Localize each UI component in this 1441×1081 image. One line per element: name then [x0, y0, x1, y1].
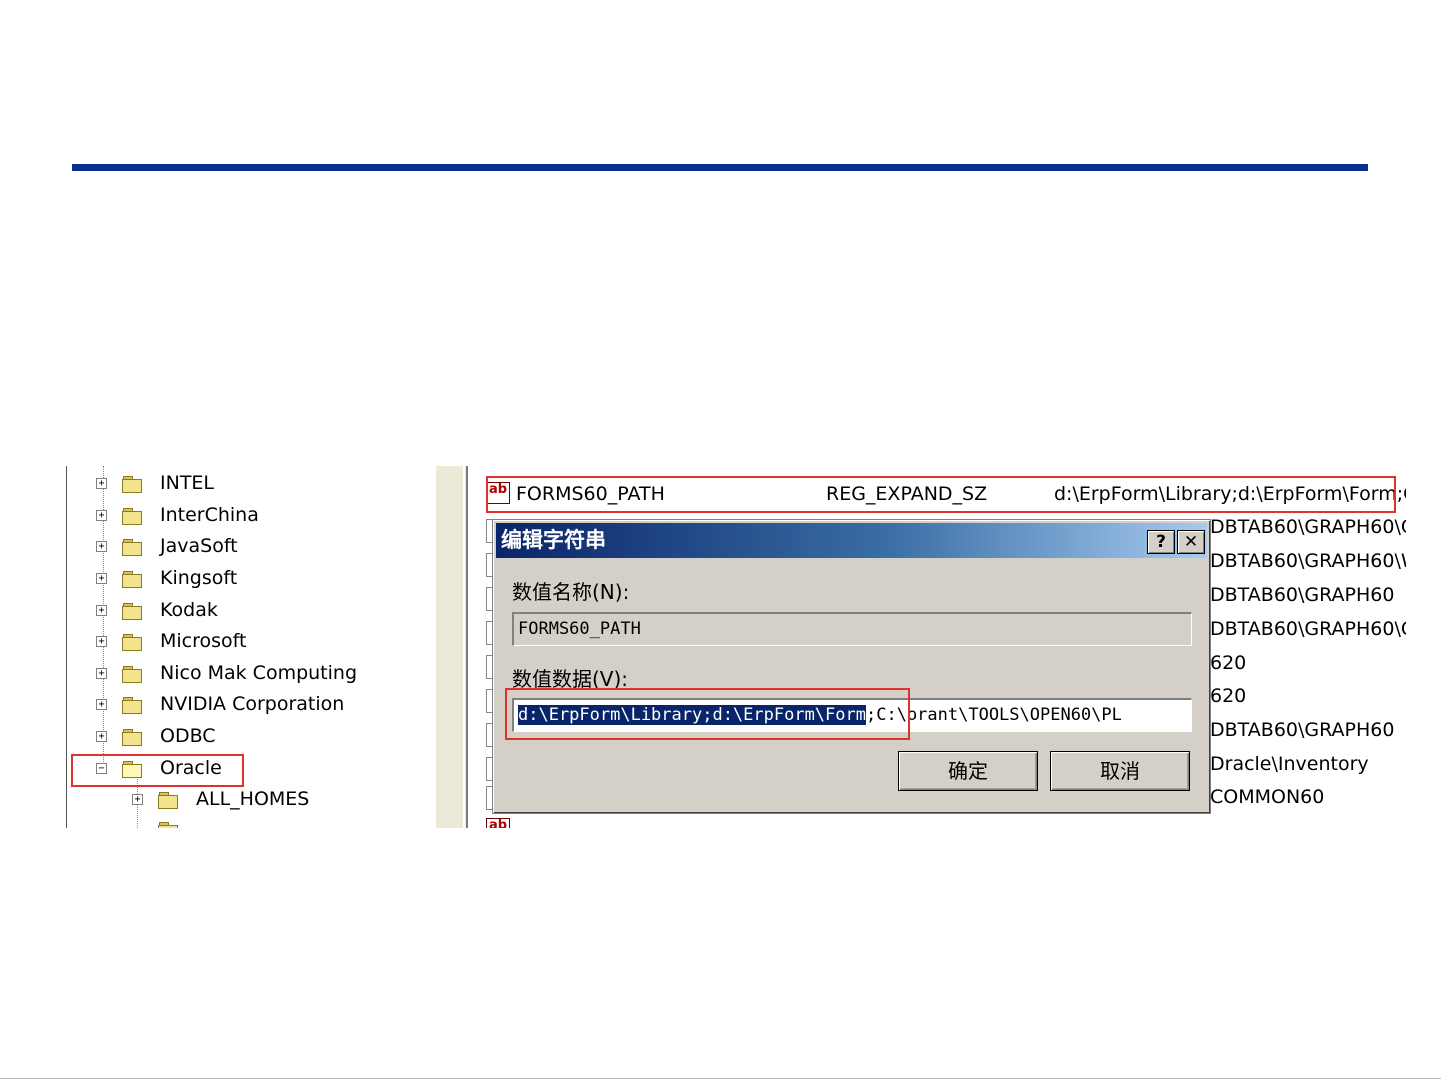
value-name-field[interactable]: FORMS60_PATH [512, 612, 1192, 646]
folder-icon [122, 634, 142, 651]
tree-item-label: JavaSoft [160, 535, 238, 557]
expand-icon[interactable]: + [96, 668, 107, 679]
value-data-partial: DBTAB60\GRAPH60\G [1210, 516, 1406, 538]
expand-icon[interactable]: + [96, 573, 107, 584]
edit-string-dialog[interactable]: 编辑字符串 ? ✕ 数值名称(N): FORMS60_PATH 数值数据(V):… [492, 519, 1211, 814]
expand-icon[interactable]: + [96, 510, 107, 521]
value-data-partial: 620 [1210, 652, 1247, 674]
bottom-rule [0, 1078, 1441, 1079]
folder-icon [122, 508, 142, 525]
expand-icon[interactable]: + [132, 794, 143, 805]
folder-icon [122, 697, 142, 714]
tree-item-label: Microsoft [160, 630, 247, 652]
expand-icon[interactable]: + [96, 541, 107, 552]
value-data-partial: 620 [1210, 685, 1247, 707]
tree-item-label: ALL_HOMES [196, 788, 310, 810]
tree-item-label: INTEL [160, 472, 215, 494]
tree-border [66, 466, 67, 828]
expand-icon[interactable]: + [96, 636, 107, 647]
value-data-partial: DBTAB60\GRAPH60 [1210, 584, 1395, 606]
tree-item-label: Kodak [160, 599, 218, 621]
help-button[interactable]: ? [1147, 530, 1175, 554]
folder-icon [122, 476, 142, 493]
value-name-label: 数值名称(N): [512, 580, 630, 604]
value-data-partial: DBTAB60\GRAPH60 [1210, 719, 1395, 741]
tree-item-label: Kingsoft [160, 567, 238, 589]
list-frame [436, 466, 468, 828]
value-data-partial: COMMON60 [1210, 786, 1325, 808]
value-data-partial: DBTAB60\GRAPH60\W [1210, 550, 1406, 572]
ok-button[interactable]: 确定 [898, 751, 1038, 791]
tree-item-label: NVIDIA Corporation [160, 693, 345, 715]
folder-icon [122, 603, 142, 620]
header-rule [72, 164, 1368, 171]
expand-icon[interactable]: + [96, 478, 107, 489]
folder-icon [122, 666, 142, 683]
expand-icon[interactable]: + [96, 731, 107, 742]
tree-item-label: InterChina [160, 504, 259, 526]
dialog-title: 编辑字符串 [501, 528, 606, 552]
value-data-partial: Dracle\Inventory [1210, 753, 1369, 775]
close-button[interactable]: ✕ [1177, 530, 1205, 554]
tree-item-label: ODBC [160, 725, 216, 747]
value-data-partial: DBTAB60\GRAPH60\G [1210, 618, 1406, 640]
cancel-button[interactable]: 取消 [1050, 751, 1190, 791]
highlight-box-data-field [505, 688, 910, 740]
tree-item-label: Nico Mak Computing [160, 662, 358, 684]
dialog-titlebar[interactable]: 编辑字符串 ? ✕ [496, 523, 1207, 558]
folder-icon [122, 729, 142, 746]
highlight-box-forms60-row [486, 476, 1396, 513]
expand-icon[interactable]: + [96, 699, 107, 710]
folder-icon [158, 792, 178, 809]
string-value-icon: ab [486, 818, 510, 828]
folder-icon [122, 539, 142, 556]
folder-icon [158, 822, 178, 828]
folder-icon [122, 571, 142, 588]
expand-icon[interactable]: + [96, 605, 107, 616]
highlight-box-oracle [71, 754, 244, 787]
